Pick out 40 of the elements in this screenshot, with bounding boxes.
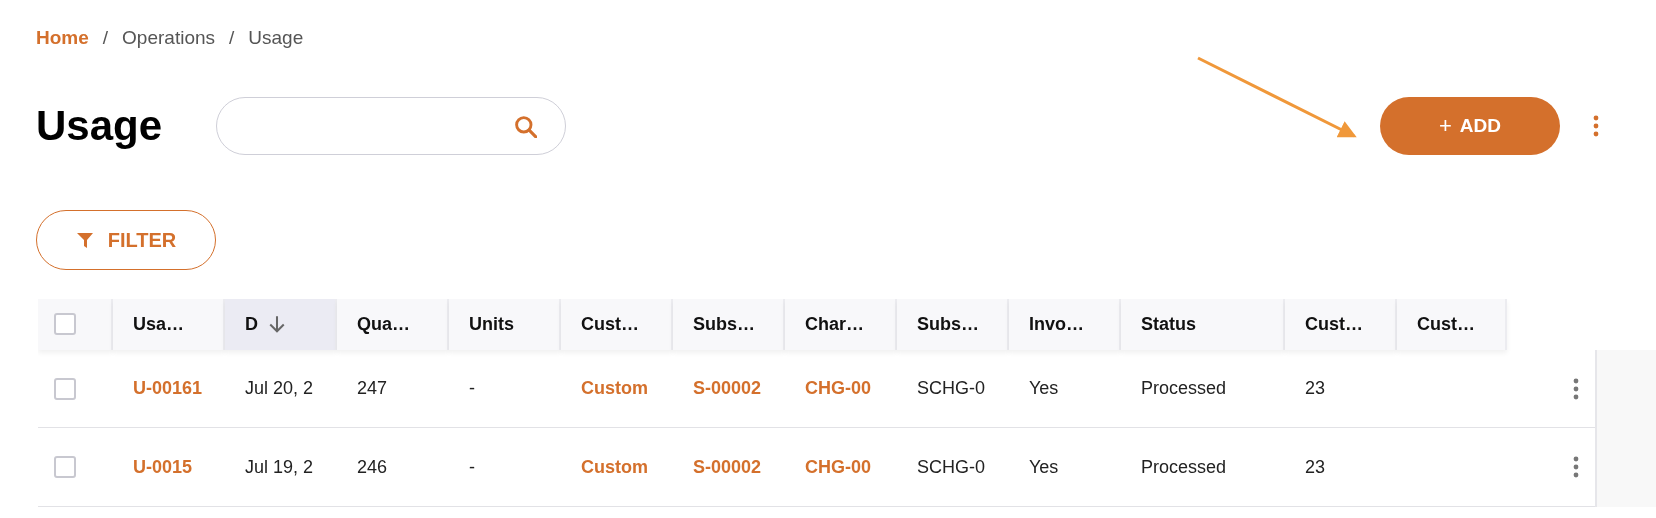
column-header[interactable]: D <box>225 299 337 350</box>
table-cell: SCHG-0 <box>917 378 985 400</box>
table-cell: 23 <box>1305 456 1326 478</box>
table-cell: - <box>469 456 475 478</box>
table-cell: Jul 20, 2 <box>245 378 314 400</box>
sort-arrow-icon[interactable] <box>268 315 286 334</box>
funnel-icon <box>75 231 94 249</box>
table-cell: Processed <box>1141 456 1227 478</box>
column-header[interactable]: Units <box>449 299 561 350</box>
column-header[interactable]: Invo… <box>1009 299 1121 350</box>
table-cell: Jul 19, 2 <box>245 456 314 478</box>
row-menu-icon[interactable] <box>1573 456 1579 479</box>
checkbox[interactable] <box>54 456 76 479</box>
table-cell: 246 <box>357 456 388 478</box>
page-title: Usage <box>36 102 164 150</box>
column-header[interactable]: Cust… <box>1285 299 1397 350</box>
search-icon[interactable] <box>513 114 537 138</box>
more-icon[interactable] <box>1593 115 1599 137</box>
breadcrumb-item: Usage <box>248 27 304 49</box>
breadcrumb-separator: / <box>229 27 235 49</box>
breadcrumb-item: Operations <box>122 27 216 49</box>
table-cell: 247 <box>357 378 388 400</box>
column-header[interactable]: Usa… <box>113 299 225 350</box>
row-menu-icon[interactable] <box>1573 377 1579 400</box>
column-header[interactable]: Qua… <box>337 299 449 350</box>
table-cell: SCHG-0 <box>917 456 985 478</box>
column-header[interactable]: Cust… <box>1397 299 1507 350</box>
checkbox[interactable] <box>54 377 76 400</box>
table-cell: - <box>469 378 475 400</box>
table-cell: 23 <box>1305 378 1326 400</box>
breadcrumb-separator: / <box>102 27 109 49</box>
column-header[interactable]: Char… <box>785 299 897 350</box>
table-cell: Yes <box>1029 456 1059 478</box>
table-cell: Yes <box>1029 378 1059 400</box>
column-header[interactable]: Subs… <box>897 299 1009 350</box>
table-cell: Processed <box>1141 378 1227 400</box>
column-header[interactable]: Cust… <box>561 299 673 350</box>
checkbox[interactable] <box>54 313 76 336</box>
column-header[interactable]: Subs… <box>673 299 785 350</box>
column-header[interactable]: Status <box>1121 299 1285 350</box>
